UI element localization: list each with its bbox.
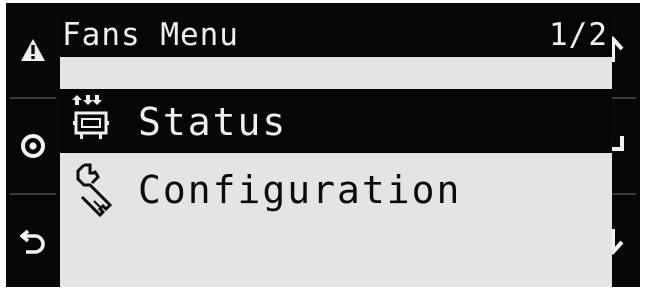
page-indicator: 1/2: [549, 17, 608, 53]
lcd-screen: Fans Menu 1/2 Status Configuration: [60, 17, 612, 287]
fan-status-icon: [72, 95, 109, 139]
alarm-button[interactable]: [6, 3, 60, 97]
program-icon: [21, 134, 45, 158]
title-bar: Fans Menu 1/2: [60, 17, 612, 57]
escape-icon: [20, 229, 45, 254]
menu-item-configuration[interactable]: Configuration: [60, 157, 612, 221]
menu-item-status[interactable]: Status: [60, 89, 612, 153]
program-button[interactable]: [6, 99, 60, 193]
device-panel: Fans Menu 1/2 Status Configuration: [6, 3, 640, 287]
menu-item-label: Configuration: [138, 168, 462, 212]
wrench-icon: [76, 163, 113, 218]
alarm-icon: [21, 39, 45, 61]
page-title: Fans Menu: [62, 17, 239, 53]
escape-button[interactable]: [6, 195, 60, 287]
menu-item-label: Status: [138, 100, 288, 144]
